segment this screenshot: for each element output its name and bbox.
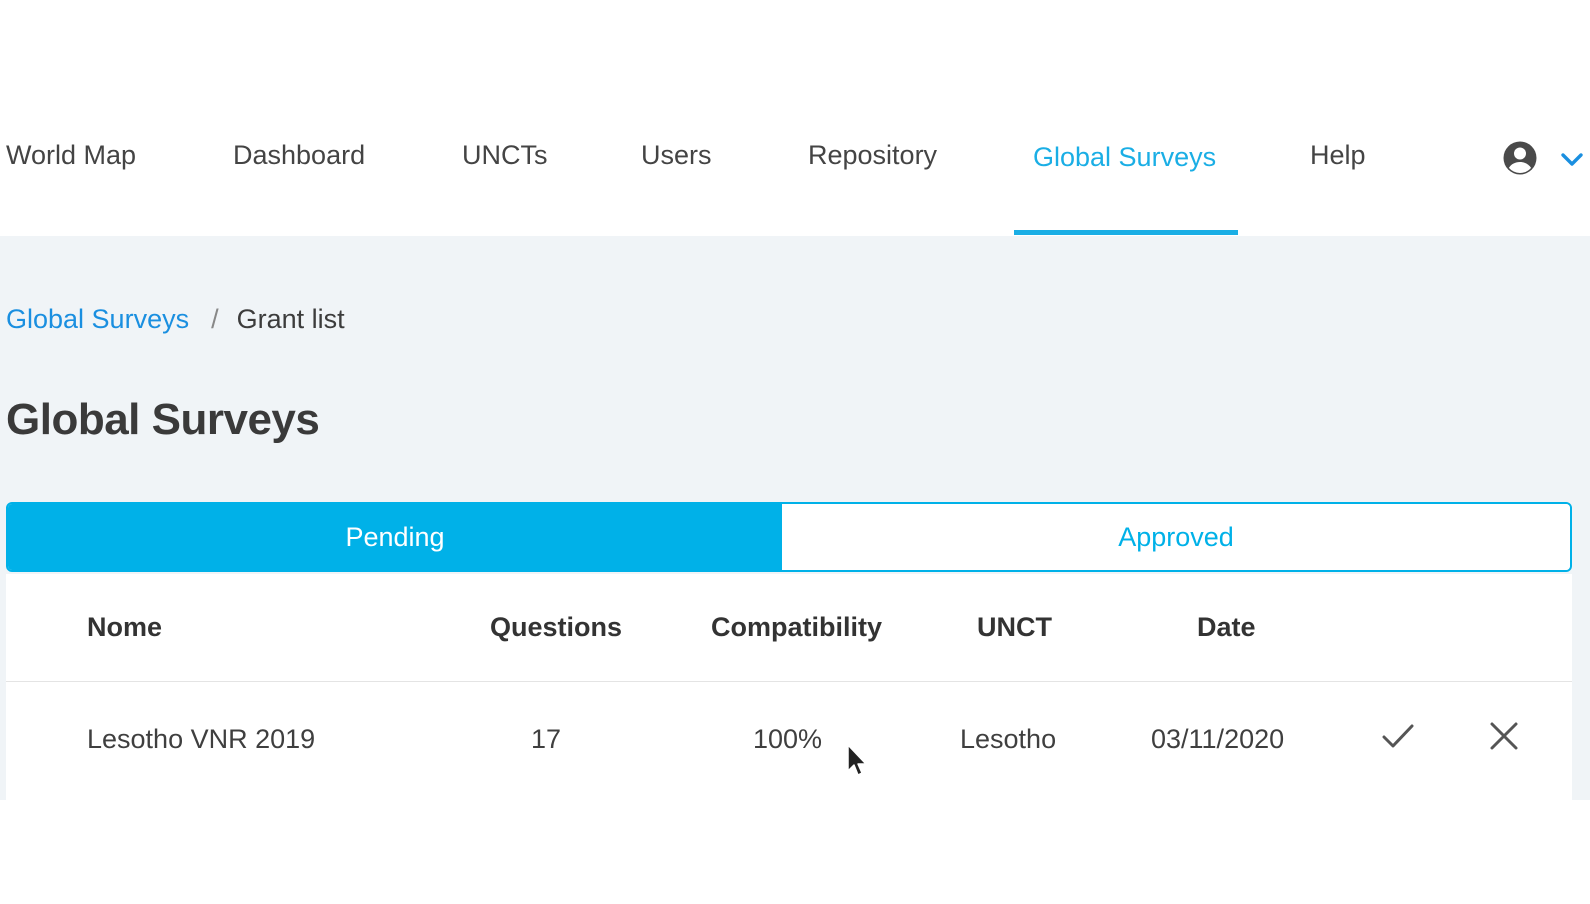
nav-world-map[interactable]: World Map <box>6 138 136 172</box>
column-header-questions: Questions <box>490 612 623 642</box>
status-tabs: Pending Approved <box>6 502 1572 572</box>
cell-unct: Lesotho <box>960 724 1057 754</box>
close-icon <box>1490 722 1518 750</box>
nav-repository[interactable]: Repository <box>808 138 937 172</box>
breadcrumb-global-surveys-link[interactable]: Global Surveys <box>6 304 189 334</box>
mouse-cursor-icon <box>847 744 867 776</box>
surveys-table: Nome Questions Compatibility UNCT Date L… <box>6 574 1572 800</box>
active-nav-indicator <box>1014 230 1238 235</box>
nav-uncts[interactable]: UNCTs <box>462 138 548 172</box>
nav-help[interactable]: Help <box>1310 138 1366 172</box>
page-title: Global Surveys <box>6 395 320 444</box>
user-menu-button[interactable] <box>1502 138 1588 178</box>
table-header: Nome Questions Compatibility UNCT Date <box>6 574 1572 682</box>
tab-approved[interactable]: Approved <box>782 504 1570 570</box>
table-row[interactable]: Lesotho VNR 2019 17 100% Lesotho 03/11/2… <box>6 682 1572 800</box>
nav-dashboard[interactable]: Dashboard <box>233 138 365 172</box>
approve-button[interactable] <box>1378 716 1418 756</box>
cell-date: 03/11/2020 <box>1151 724 1285 754</box>
top-navigation: World Map Dashboard UNCTs Users Reposito… <box>0 0 1590 236</box>
cell-compatibility: 100% <box>753 724 823 754</box>
cell-questions: 17 <box>531 724 562 754</box>
breadcrumb-separator: / <box>211 304 219 334</box>
nav-users[interactable]: Users <box>641 138 712 172</box>
column-header-nome: Nome <box>87 612 163 642</box>
account-circle-icon <box>1503 141 1537 175</box>
column-header-date: Date <box>1197 612 1256 642</box>
breadcrumb: Global Surveys / Grant list <box>6 302 345 336</box>
nav-global-surveys[interactable]: Global Surveys <box>1033 140 1216 174</box>
check-icon <box>1382 724 1414 748</box>
chevron-down-icon <box>1561 153 1583 166</box>
cell-name: Lesotho VNR 2019 <box>87 724 316 754</box>
main-content: Global Surveys / Grant list Global Surveys… <box>0 236 1590 800</box>
column-header-compatibility: Compatibility <box>711 612 883 642</box>
breadcrumb-current: Grant list <box>236 304 345 334</box>
tab-pending[interactable]: Pending <box>8 504 782 570</box>
column-header-unct: UNCT <box>977 612 1052 642</box>
reject-button[interactable] <box>1484 716 1524 756</box>
